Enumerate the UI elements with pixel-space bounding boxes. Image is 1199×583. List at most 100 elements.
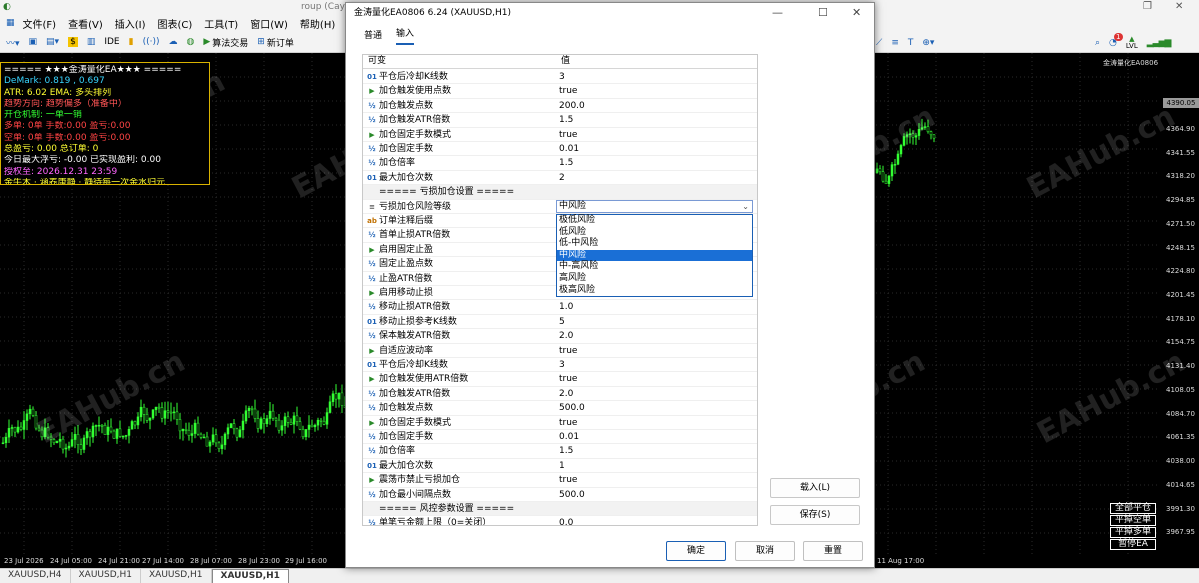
dropdown-option[interactable]: 中-高风险 bbox=[557, 261, 752, 273]
dropdown-option[interactable]: 极高风险 bbox=[557, 285, 752, 297]
navigator-icon[interactable]: ▥ bbox=[87, 37, 96, 47]
input-row[interactable]: ▶ 加仓固定手数模式 true bbox=[363, 416, 757, 430]
dollar-icon[interactable]: $ bbox=[68, 37, 78, 47]
input-row[interactable]: ▶ 加仓触发使用点数 true bbox=[363, 84, 757, 99]
menu-tools[interactable]: 工具(T) bbox=[204, 16, 238, 31]
param-value[interactable]: true bbox=[559, 416, 755, 430]
chart-tab[interactable]: XAUUSD,H1 bbox=[71, 569, 141, 583]
param-value[interactable]: 2 bbox=[559, 171, 755, 185]
param-value[interactable]: true bbox=[559, 84, 755, 98]
close-longs-button[interactable]: 平掉多单 bbox=[1110, 527, 1156, 538]
tab-common[interactable]: 普通 bbox=[364, 28, 382, 45]
input-row[interactable]: ½ 移动止损ATR倍数 1.0 bbox=[363, 300, 757, 315]
param-value[interactable]: 0.01 bbox=[559, 142, 755, 156]
menu-chart-icon[interactable]: ▦ bbox=[6, 18, 15, 28]
input-row[interactable]: 01 最大加仓次数 1 bbox=[363, 459, 757, 474]
input-row[interactable]: 01 平仓后冷却K线数 3 bbox=[363, 70, 757, 85]
input-row[interactable]: 01 最大加仓次数 2 bbox=[363, 171, 757, 186]
input-row[interactable]: ▶ 加仓触发使用ATR倍数 true bbox=[363, 372, 757, 387]
dropdown-option[interactable]: 极低风险 bbox=[557, 215, 752, 227]
dropdown-option[interactable]: 低-中风险 bbox=[557, 238, 752, 250]
param-value[interactable]: 500.0 bbox=[559, 488, 755, 502]
notification-icon[interactable]: ◔ 1 bbox=[1109, 32, 1123, 48]
chart-tab[interactable]: XAUUSD,H1 bbox=[141, 569, 212, 583]
lvl-icon[interactable]: ▲ LVL bbox=[1126, 35, 1138, 50]
dropdown-option[interactable]: 低风险 bbox=[557, 227, 752, 239]
param-value[interactable]: 1 bbox=[559, 459, 755, 473]
save-button[interactable]: 保存(S) bbox=[770, 505, 860, 525]
param-value[interactable]: 200.0 bbox=[559, 99, 755, 113]
reset-button[interactable]: 重置 bbox=[803, 541, 863, 561]
chart-tab[interactable]: XAUUSD,H4 bbox=[0, 569, 71, 583]
input-row[interactable]: ½ 加仓倍率 1.5 bbox=[363, 156, 757, 171]
pause-ea-button[interactable]: 暂停EA bbox=[1110, 539, 1156, 550]
cancel-button[interactable]: 取消 bbox=[735, 541, 795, 561]
param-value[interactable]: 1.5 bbox=[559, 156, 755, 170]
param-value[interactable]: 3 bbox=[559, 358, 755, 372]
input-row[interactable]: ½ 加仓倍率 1.5 bbox=[363, 444, 757, 459]
param-value[interactable]: true bbox=[559, 473, 755, 487]
signal-strength-icon[interactable]: ▂▃▅▆ bbox=[1147, 38, 1172, 48]
text-tool-icon[interactable]: T bbox=[908, 38, 914, 48]
menu-file[interactable]: 文件(F) bbox=[23, 16, 57, 31]
param-value[interactable]: 0.01 bbox=[559, 430, 755, 444]
input-row[interactable]: ½ 保本触发ATR倍数 2.0 bbox=[363, 329, 757, 344]
menu-view[interactable]: 查看(V) bbox=[68, 16, 103, 31]
input-row[interactable]: ½ 加仓触发点数 200.0 bbox=[363, 99, 757, 114]
globe-icon[interactable]: ◍ bbox=[186, 37, 194, 47]
param-value[interactable]: 1.5 bbox=[559, 113, 755, 127]
shapes-icon[interactable]: ⊕▾ bbox=[922, 38, 934, 48]
input-row[interactable]: 01 平仓后冷却K线数 3 bbox=[363, 358, 757, 373]
dropdown-option[interactable]: 高风险 bbox=[557, 273, 752, 285]
dropdown-option[interactable]: 中风险 bbox=[557, 249, 752, 262]
tab-inputs[interactable]: 输入 bbox=[396, 26, 415, 45]
param-value[interactable]: true bbox=[559, 128, 755, 142]
input-row[interactable]: ½ 加仓最小间隔点数 500.0 bbox=[363, 488, 757, 502]
maximize-icon[interactable]: ☐ bbox=[818, 3, 828, 23]
search-icon[interactable]: ⌕ bbox=[1095, 38, 1100, 48]
param-value[interactable]: true bbox=[559, 372, 755, 386]
input-row[interactable]: ▶ 自适应波动率 true bbox=[363, 344, 757, 358]
trendline-icon[interactable]: ⟋ bbox=[876, 38, 882, 48]
input-row[interactable]: ½ 加仓触发ATR倍数 1.5 bbox=[363, 113, 757, 128]
input-row[interactable]: ½ 加仓触发点数 500.0 bbox=[363, 401, 757, 416]
risk-level-select[interactable]: 中风险 ⌄ bbox=[556, 200, 753, 213]
signal-icon[interactable]: ((·)) bbox=[143, 37, 160, 47]
algo-trading-button[interactable]: ▶ 算法交易 bbox=[203, 36, 248, 49]
input-row[interactable]: ½ 单笔亏金额上限（0=关闭） 0.0 bbox=[363, 516, 757, 525]
profiles-icon[interactable]: ▤▾ bbox=[46, 37, 59, 47]
input-row[interactable]: ▶ 加仓固定手数模式 true bbox=[363, 128, 757, 142]
chart-tab-active[interactable]: XAUUSD,H1 bbox=[211, 569, 289, 583]
lock-icon[interactable]: ▮ bbox=[129, 37, 134, 47]
param-value[interactable]: 5 bbox=[559, 315, 755, 329]
param-value[interactable]: 500.0 bbox=[559, 401, 755, 415]
param-value[interactable]: true bbox=[559, 344, 755, 358]
menu-help[interactable]: 帮助(H) bbox=[300, 16, 335, 31]
channel-icon[interactable]: ≡ bbox=[891, 38, 899, 48]
ok-button[interactable]: 确定 bbox=[666, 541, 726, 561]
section-separator[interactable]: ===== 亏损加仓设置 ===== bbox=[363, 185, 757, 200]
input-row[interactable]: ½ 加仓触发ATR倍数 2.0 bbox=[363, 387, 757, 402]
minimize-icon[interactable]: — bbox=[772, 3, 783, 23]
menu-charts[interactable]: 图表(C) bbox=[158, 16, 193, 31]
menu-window[interactable]: 窗口(W) bbox=[250, 16, 288, 31]
input-row[interactable]: ½ 加仓固定手数 0.01 bbox=[363, 430, 757, 445]
param-value[interactable]: 2.0 bbox=[559, 387, 755, 401]
param-value[interactable]: 1.5 bbox=[559, 444, 755, 458]
close-window-icon[interactable]: ✕ bbox=[1175, 0, 1183, 14]
menu-insert[interactable]: 插入(I) bbox=[115, 16, 146, 31]
section-separator[interactable]: ===== 风控参数设置 ===== bbox=[363, 502, 757, 517]
load-button[interactable]: 载入(L) bbox=[770, 478, 860, 498]
param-value[interactable]: 3 bbox=[559, 70, 755, 84]
new-chart-icon[interactable]: ▣ bbox=[29, 37, 38, 47]
input-row[interactable]: ▶ 震荡市禁止亏损加仓 true bbox=[363, 473, 757, 488]
restore-window-icon[interactable]: ❐ bbox=[1143, 0, 1152, 14]
close-icon[interactable]: ✕ bbox=[852, 3, 861, 23]
cloud-icon[interactable]: ☁ bbox=[168, 37, 177, 47]
close-shorts-button[interactable]: 平掉空单 bbox=[1110, 515, 1156, 526]
param-value[interactable]: 2.0 bbox=[559, 329, 755, 343]
input-row[interactable]: ½ 加仓固定手数 0.01 bbox=[363, 142, 757, 157]
input-row[interactable]: 01 移动止损参考K线数 5 bbox=[363, 315, 757, 330]
ide-button[interactable]: IDE bbox=[104, 37, 119, 47]
new-order-button[interactable]: ⊞ 新订单 bbox=[257, 36, 294, 49]
